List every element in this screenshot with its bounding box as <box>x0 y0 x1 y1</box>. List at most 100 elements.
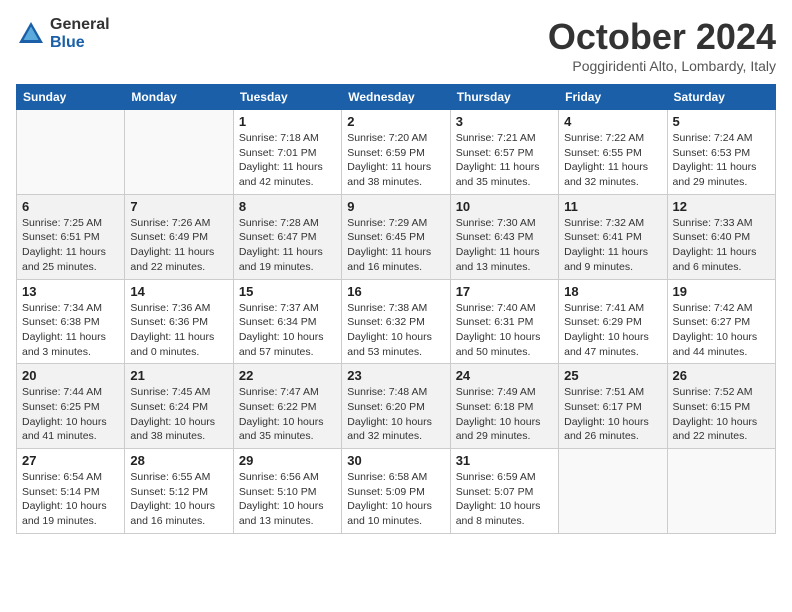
day-info: Sunrise: 6:56 AM Sunset: 5:10 PM Dayligh… <box>239 470 336 529</box>
calendar-cell: 15 Sunrise: 7:37 AM Sunset: 6:34 PM Dayli… <box>233 279 341 364</box>
calendar-header: SundayMondayTuesdayWednesdayThursdayFrid… <box>17 85 776 110</box>
day-number: 7 <box>130 199 227 214</box>
day-number: 26 <box>673 368 770 383</box>
header-day-wednesday: Wednesday <box>342 85 450 110</box>
day-info: Sunrise: 7:25 AM Sunset: 6:51 PM Dayligh… <box>22 216 119 275</box>
day-number: 15 <box>239 284 336 299</box>
page-header: General Blue October 2024 Poggiridenti A… <box>16 16 776 74</box>
calendar-cell: 13 Sunrise: 7:34 AM Sunset: 6:38 PM Dayli… <box>17 279 125 364</box>
logo-icon <box>16 19 46 49</box>
calendar-week-4: 20Sunrise: 7:44 AM Sunset: 6:25 PM Dayli… <box>17 364 776 449</box>
calendar-cell: 20Sunrise: 7:44 AM Sunset: 6:25 PM Dayli… <box>17 364 125 449</box>
calendar-cell: 3 Sunrise: 7:21 AM Sunset: 6:57 PM Daylig… <box>450 110 558 195</box>
day-number: 8 <box>239 199 336 214</box>
day-info: Sunrise: 7:26 AM Sunset: 6:49 PM Dayligh… <box>130 216 227 275</box>
day-number: 30 <box>347 453 444 468</box>
calendar-cell: 21 Sunrise: 7:45 AM Sunset: 6:24 PM Dayli… <box>125 364 233 449</box>
calendar-cell: 4 Sunrise: 7:22 AM Sunset: 6:55 PM Daylig… <box>559 110 667 195</box>
calendar-cell <box>559 449 667 534</box>
calendar-cell: 18 Sunrise: 7:41 AM Sunset: 6:29 PM Dayli… <box>559 279 667 364</box>
day-info: Sunrise: 7:36 AM Sunset: 6:36 PM Dayligh… <box>130 301 227 360</box>
calendar-cell: 6 Sunrise: 7:25 AM Sunset: 6:51 PM Daylig… <box>17 194 125 279</box>
day-number: 12 <box>673 199 770 214</box>
day-info: Sunrise: 7:24 AM Sunset: 6:53 PM Dayligh… <box>673 131 770 190</box>
day-info: Sunrise: 7:45 AM Sunset: 6:24 PM Dayligh… <box>130 385 227 444</box>
day-info: Sunrise: 7:37 AM Sunset: 6:34 PM Dayligh… <box>239 301 336 360</box>
calendar-cell: 16Sunrise: 7:38 AM Sunset: 6:32 PM Dayli… <box>342 279 450 364</box>
day-info: Sunrise: 7:20 AM Sunset: 6:59 PM Dayligh… <box>347 131 444 190</box>
day-info: Sunrise: 7:51 AM Sunset: 6:17 PM Dayligh… <box>564 385 661 444</box>
calendar-cell: 10Sunrise: 7:30 AM Sunset: 6:43 PM Dayli… <box>450 194 558 279</box>
day-info: Sunrise: 7:34 AM Sunset: 6:38 PM Dayligh… <box>22 301 119 360</box>
calendar-cell: 31Sunrise: 6:59 AM Sunset: 5:07 PM Dayli… <box>450 449 558 534</box>
header-day-sunday: Sunday <box>17 85 125 110</box>
calendar-cell: 1 Sunrise: 7:18 AM Sunset: 7:01 PM Daylig… <box>233 110 341 195</box>
calendar-week-3: 13 Sunrise: 7:34 AM Sunset: 6:38 PM Dayli… <box>17 279 776 364</box>
calendar-week-1: 1 Sunrise: 7:18 AM Sunset: 7:01 PM Daylig… <box>17 110 776 195</box>
day-number: 9 <box>347 199 444 214</box>
day-number: 5 <box>673 114 770 129</box>
header-day-tuesday: Tuesday <box>233 85 341 110</box>
calendar-body: 1 Sunrise: 7:18 AM Sunset: 7:01 PM Daylig… <box>17 110 776 534</box>
day-number: 27 <box>22 453 119 468</box>
calendar-table: SundayMondayTuesdayWednesdayThursdayFrid… <box>16 84 776 534</box>
day-info: Sunrise: 7:49 AM Sunset: 6:18 PM Dayligh… <box>456 385 553 444</box>
calendar-cell: 9 Sunrise: 7:29 AM Sunset: 6:45 PM Daylig… <box>342 194 450 279</box>
calendar-cell: 11Sunrise: 7:32 AM Sunset: 6:41 PM Dayli… <box>559 194 667 279</box>
calendar-cell: 29 Sunrise: 6:56 AM Sunset: 5:10 PM Dayli… <box>233 449 341 534</box>
day-info: Sunrise: 7:41 AM Sunset: 6:29 PM Dayligh… <box>564 301 661 360</box>
day-number: 3 <box>456 114 553 129</box>
header-row: SundayMondayTuesdayWednesdayThursdayFrid… <box>17 85 776 110</box>
calendar-cell: 24 Sunrise: 7:49 AM Sunset: 6:18 PM Dayli… <box>450 364 558 449</box>
day-info: Sunrise: 7:38 AM Sunset: 6:32 PM Dayligh… <box>347 301 444 360</box>
day-info: Sunrise: 7:18 AM Sunset: 7:01 PM Dayligh… <box>239 131 336 190</box>
day-number: 6 <box>22 199 119 214</box>
day-number: 31 <box>456 453 553 468</box>
logo-text: General Blue <box>50 16 110 51</box>
day-number: 18 <box>564 284 661 299</box>
logo: General Blue <box>16 16 110 51</box>
calendar-cell <box>667 449 775 534</box>
day-number: 4 <box>564 114 661 129</box>
calendar-cell: 26 Sunrise: 7:52 AM Sunset: 6:15 PM Dayli… <box>667 364 775 449</box>
day-info: Sunrise: 7:40 AM Sunset: 6:31 PM Dayligh… <box>456 301 553 360</box>
day-number: 2 <box>347 114 444 129</box>
day-number: 14 <box>130 284 227 299</box>
calendar-cell: 25 Sunrise: 7:51 AM Sunset: 6:17 PM Dayli… <box>559 364 667 449</box>
day-number: 1 <box>239 114 336 129</box>
day-info: Sunrise: 7:52 AM Sunset: 6:15 PM Dayligh… <box>673 385 770 444</box>
header-day-thursday: Thursday <box>450 85 558 110</box>
day-info: Sunrise: 7:42 AM Sunset: 6:27 PM Dayligh… <box>673 301 770 360</box>
day-info: Sunrise: 6:55 AM Sunset: 5:12 PM Dayligh… <box>130 470 227 529</box>
logo-general-text: General <box>50 16 110 34</box>
day-number: 21 <box>130 368 227 383</box>
calendar-week-5: 27Sunrise: 6:54 AM Sunset: 5:14 PM Dayli… <box>17 449 776 534</box>
calendar-cell: 7 Sunrise: 7:26 AM Sunset: 6:49 PM Daylig… <box>125 194 233 279</box>
day-number: 22 <box>239 368 336 383</box>
calendar-cell: 19 Sunrise: 7:42 AM Sunset: 6:27 PM Dayli… <box>667 279 775 364</box>
day-number: 10 <box>456 199 553 214</box>
header-day-monday: Monday <box>125 85 233 110</box>
day-info: Sunrise: 7:21 AM Sunset: 6:57 PM Dayligh… <box>456 131 553 190</box>
day-number: 24 <box>456 368 553 383</box>
calendar-cell <box>125 110 233 195</box>
day-info: Sunrise: 7:29 AM Sunset: 6:45 PM Dayligh… <box>347 216 444 275</box>
day-info: Sunrise: 7:44 AM Sunset: 6:25 PM Dayligh… <box>22 385 119 444</box>
day-number: 29 <box>239 453 336 468</box>
day-number: 28 <box>130 453 227 468</box>
day-info: Sunrise: 6:58 AM Sunset: 5:09 PM Dayligh… <box>347 470 444 529</box>
logo-blue-text: Blue <box>50 34 110 52</box>
day-number: 13 <box>22 284 119 299</box>
calendar-cell: 5 Sunrise: 7:24 AM Sunset: 6:53 PM Daylig… <box>667 110 775 195</box>
calendar-cell: 17 Sunrise: 7:40 AM Sunset: 6:31 PM Dayli… <box>450 279 558 364</box>
day-number: 25 <box>564 368 661 383</box>
day-info: Sunrise: 7:22 AM Sunset: 6:55 PM Dayligh… <box>564 131 661 190</box>
calendar-location: Poggiridenti Alto, Lombardy, Italy <box>548 58 776 74</box>
calendar-cell: 28 Sunrise: 6:55 AM Sunset: 5:12 PM Dayli… <box>125 449 233 534</box>
calendar-cell: 23Sunrise: 7:48 AM Sunset: 6:20 PM Dayli… <box>342 364 450 449</box>
calendar-cell: 22Sunrise: 7:47 AM Sunset: 6:22 PM Dayli… <box>233 364 341 449</box>
calendar-title: October 2024 <box>548 16 776 58</box>
day-number: 17 <box>456 284 553 299</box>
day-number: 19 <box>673 284 770 299</box>
calendar-cell: 12Sunrise: 7:33 AM Sunset: 6:40 PM Dayli… <box>667 194 775 279</box>
